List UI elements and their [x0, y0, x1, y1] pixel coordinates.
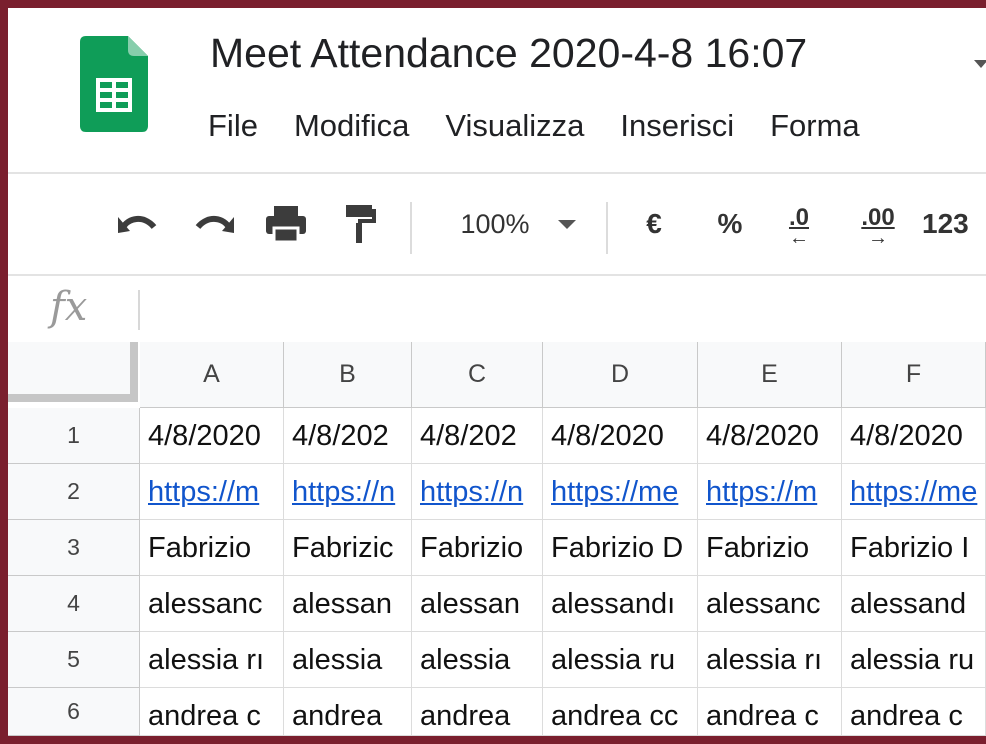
percent-icon: % — [717, 208, 743, 239]
formula-bar: fx — [8, 276, 986, 342]
cell-a3[interactable]: Fabrizio — [140, 520, 284, 576]
cell-c4[interactable]: alessan — [412, 576, 543, 632]
currency-format-button[interactable]: € — [632, 196, 676, 252]
cell-d3[interactable]: Fabrizio D — [543, 520, 698, 576]
cell-a2[interactable]: https://m — [140, 464, 284, 520]
cell-b5[interactable]: alessia — [284, 632, 412, 688]
column-header-b[interactable]: B — [284, 342, 412, 408]
cell-e4[interactable]: alessanc — [698, 576, 842, 632]
decrease-decimal-button[interactable]: .0 ← — [774, 196, 824, 252]
redo-button[interactable] — [186, 196, 242, 252]
arrow-right-icon: → — [868, 227, 888, 249]
undo-icon — [118, 216, 157, 233]
menu-visualizza[interactable]: Visualizza — [445, 108, 584, 144]
currency-icon: € — [646, 208, 662, 239]
row-header[interactable]: 3 — [8, 520, 140, 576]
column-header-a[interactable]: A — [140, 342, 284, 408]
menu-file[interactable]: File — [208, 108, 258, 144]
title-dropdown-icon[interactable] — [974, 60, 986, 68]
zoom-value: 100% — [460, 208, 530, 239]
cell-c2[interactable]: https://n — [412, 464, 543, 520]
cell-f5[interactable]: alessia ru — [842, 632, 986, 688]
column-header-c[interactable]: C — [412, 342, 543, 408]
undo-button[interactable] — [110, 196, 166, 252]
google-sheets-logo-icon[interactable] — [80, 36, 148, 132]
percent-format-button[interactable]: % — [708, 196, 752, 252]
cell-f2[interactable]: https://me — [842, 464, 986, 520]
redo-icon — [195, 216, 234, 233]
cell-d4[interactable]: alessandı — [543, 576, 698, 632]
cell-a1[interactable]: 4/8/2020 — [140, 408, 284, 464]
cell-f6[interactable]: andrea c — [842, 688, 986, 736]
row-header[interactable]: 1 — [8, 408, 140, 464]
cell-c3[interactable]: Fabrizio — [412, 520, 543, 576]
cell-f1[interactable]: 4/8/2020 — [842, 408, 986, 464]
cell-e1[interactable]: 4/8/2020 — [698, 408, 842, 464]
cell-c5[interactable]: alessia — [412, 632, 543, 688]
row-header[interactable]: 2 — [8, 464, 140, 520]
more-formats-label: 123 — [922, 208, 969, 239]
more-formats-button[interactable]: 123 — [922, 196, 986, 252]
cell-a6[interactable]: andrea c — [140, 688, 284, 736]
toolbar-separator — [606, 202, 608, 254]
cell-b4[interactable]: alessan — [284, 576, 412, 632]
cell-e2[interactable]: https://m — [698, 464, 842, 520]
menu-formato[interactable]: Forma — [770, 108, 860, 144]
cell-d1[interactable]: 4/8/2020 — [543, 408, 698, 464]
cell-a4[interactable]: alessanc — [140, 576, 284, 632]
formula-separator — [138, 290, 140, 330]
cell-b1[interactable]: 4/8/202 — [284, 408, 412, 464]
column-header-e[interactable]: E — [698, 342, 842, 408]
print-icon — [266, 206, 306, 244]
cell-e5[interactable]: alessia rı — [698, 632, 842, 688]
menu-inserisci[interactable]: Inserisci — [620, 108, 734, 144]
row-header[interactable]: 6 — [8, 688, 140, 736]
cell-d5[interactable]: alessia ru — [543, 632, 698, 688]
row-header[interactable]: 5 — [8, 632, 140, 688]
column-header-f[interactable]: F — [842, 342, 986, 408]
menu-bar: File Modifica Visualizza Inserisci Forma — [208, 108, 896, 152]
toolbar-separator — [410, 202, 412, 254]
print-button[interactable] — [258, 196, 314, 252]
cell-e3[interactable]: Fabrizio — [698, 520, 842, 576]
cell-c6[interactable]: andrea — [412, 688, 543, 736]
paint-format-button[interactable] — [332, 196, 388, 252]
row-header[interactable]: 4 — [8, 576, 140, 632]
fx-icon: fx — [50, 284, 88, 330]
cell-d2[interactable]: https://me — [543, 464, 698, 520]
arrow-left-icon: ← — [789, 227, 809, 249]
select-all-corner[interactable] — [8, 342, 138, 402]
cell-e6[interactable]: andrea c — [698, 688, 842, 736]
column-header-d[interactable]: D — [543, 342, 698, 408]
toolbar: 100% € % .0 ← .00 → 123 — [8, 174, 986, 274]
cell-a5[interactable]: alessia rı — [140, 632, 284, 688]
cell-b6[interactable]: andrea — [284, 688, 412, 736]
cell-d6[interactable]: andrea cc — [543, 688, 698, 736]
zoom-select[interactable]: 100% — [438, 196, 598, 252]
paint-format-icon — [346, 205, 376, 243]
cell-f4[interactable]: alessand — [842, 576, 986, 632]
cell-b2[interactable]: https://n — [284, 464, 412, 520]
menu-modifica[interactable]: Modifica — [294, 108, 409, 144]
spreadsheet-grid: A B C D E F 1 4/8/2020 4/8/202 4/8/202 4… — [8, 342, 986, 736]
zoom-dropdown-icon — [557, 219, 576, 229]
sheets-window: Meet Attendance 2020-4-8 16:07 File Modif… — [8, 8, 986, 736]
cell-b3[interactable]: Fabrizic — [284, 520, 412, 576]
increase-decimal-button[interactable]: .00 → — [850, 196, 906, 252]
cell-f3[interactable]: Fabrizio I — [842, 520, 986, 576]
document-title[interactable]: Meet Attendance 2020-4-8 16:07 — [210, 30, 807, 77]
cell-c1[interactable]: 4/8/202 — [412, 408, 543, 464]
